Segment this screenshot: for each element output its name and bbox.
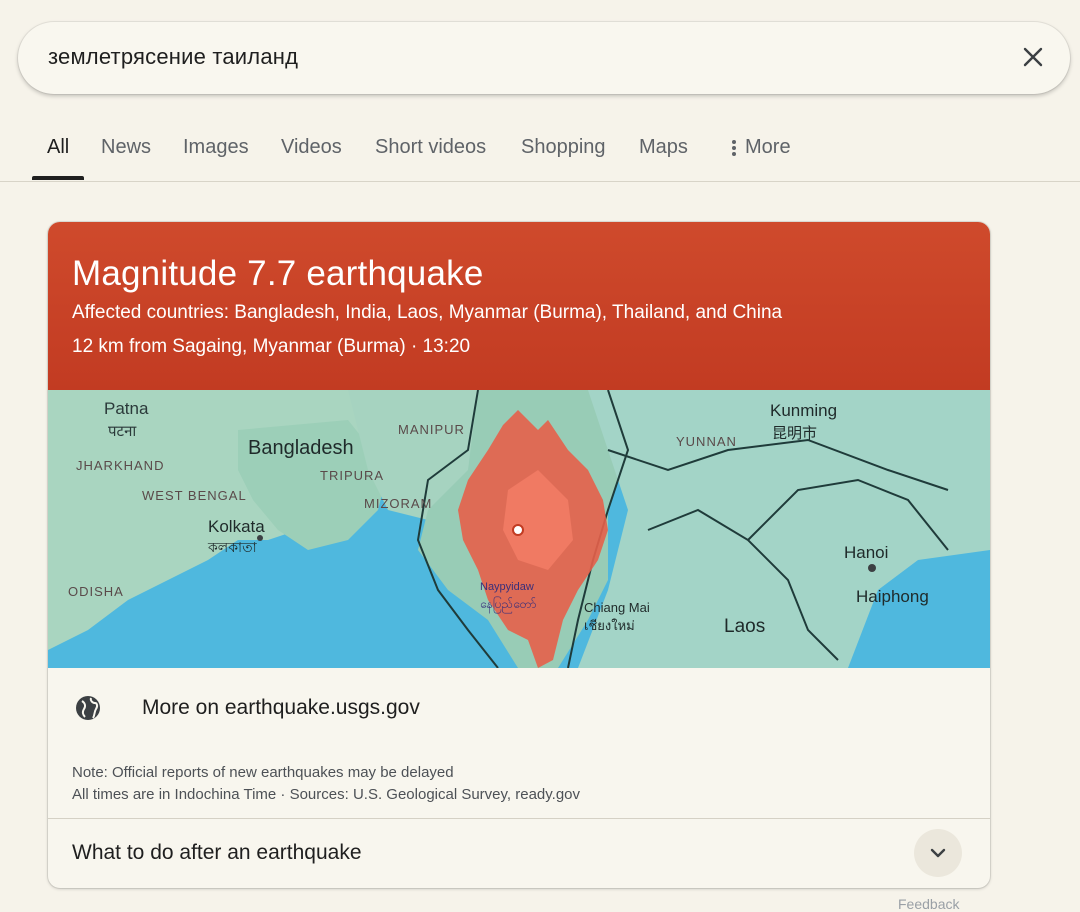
map-label-hanoi: Hanoi xyxy=(844,543,888,562)
close-icon xyxy=(1023,47,1043,67)
tab-all[interactable]: All xyxy=(47,136,69,159)
map-label-naypyidaw: Naypyidaw xyxy=(480,581,534,593)
tab-short-videos[interactable]: Short videos xyxy=(375,136,486,159)
map-label-mizoram: MIZORAM xyxy=(364,496,432,511)
tab-images[interactable]: Images xyxy=(183,136,249,159)
more-on-usgs-label: More on earthquake.usgs.gov xyxy=(142,696,420,719)
search-query[interactable]: землетрясение таиланд xyxy=(48,44,298,70)
map-label-tripura: TRIPURA xyxy=(320,468,384,483)
map-label-chiang-mai-local: เชียงใหม่ xyxy=(584,618,635,633)
vertical-dots-icon xyxy=(732,139,736,156)
epicenter-location: 12 km from Sagaing, Myanmar (Burma) · 13… xyxy=(72,336,471,357)
map-label-haiphong: Haiphong xyxy=(856,587,929,606)
map-label-kolkata-local: কলকাতা xyxy=(207,539,258,555)
map-label-patna-local: पटना xyxy=(108,423,137,440)
map-label-manipur: MANIPUR xyxy=(398,422,465,437)
map-canvas: Patna पटना JHARKHAND WEST BENGAL Banglad… xyxy=(48,390,990,668)
feedback-link[interactable]: Feedback xyxy=(898,896,959,912)
active-tab-indicator xyxy=(32,176,84,180)
chevron-down-icon xyxy=(930,848,946,858)
what-to-do-expander[interactable]: What to do after an earthquake xyxy=(48,819,990,888)
search-bar[interactable]: землетрясение таиланд xyxy=(18,22,1070,94)
map-label-laos: Laos xyxy=(724,616,765,637)
map-label-odisha: ODISHA xyxy=(68,584,124,599)
tab-videos[interactable]: Videos xyxy=(281,136,342,159)
tab-more[interactable]: More xyxy=(731,136,791,159)
map-label-west-bengal: WEST BENGAL xyxy=(142,488,247,503)
map-label-bangladesh: Bangladesh xyxy=(248,437,354,459)
clear-search-button[interactable] xyxy=(1014,38,1052,76)
map-dot-hanoi xyxy=(868,564,876,572)
search-tabs: All News Images Videos Short videos Shop… xyxy=(0,120,1080,182)
map-label-chiang-mai: Chiang Mai xyxy=(584,600,650,615)
more-on-usgs-link[interactable]: More on earthquake.usgs.gov xyxy=(48,668,990,748)
earthquake-title: Magnitude 7.7 earthquake xyxy=(72,254,484,293)
note-delay: Note: Official reports of new earthquake… xyxy=(72,764,454,781)
tab-news[interactable]: News xyxy=(101,136,151,159)
tab-maps[interactable]: Maps xyxy=(639,136,688,159)
epicenter-marker xyxy=(512,524,524,536)
source-notes: Note: Official reports of new earthquake… xyxy=(72,762,580,806)
search-results-page: землетрясение таиланд All News Images Vi… xyxy=(0,0,1080,912)
map-label-yunnan: YUNNAN xyxy=(676,434,737,449)
affected-countries: Affected countries: Bangladesh, India, L… xyxy=(72,302,783,323)
map-dot-kolkata xyxy=(257,535,263,541)
what-to-do-label: What to do after an earthquake xyxy=(72,841,362,864)
earthquake-card: Magnitude 7.7 earthquake Affected countr… xyxy=(48,222,990,888)
map-label-kunming: Kunming xyxy=(770,401,837,420)
earthquake-alert-header: Magnitude 7.7 earthquake Affected countr… xyxy=(48,222,990,390)
tab-more-label: More xyxy=(745,136,791,158)
earthquake-map[interactable]: Patna पटना JHARKHAND WEST BENGAL Banglad… xyxy=(48,390,990,668)
map-label-kolkata: Kolkata xyxy=(208,517,265,536)
tab-shopping[interactable]: Shopping xyxy=(521,136,606,159)
expand-button[interactable] xyxy=(914,829,962,877)
map-label-jharkhand: JHARKHAND xyxy=(76,458,164,473)
note-sources: All times are in Indochina Time · Source… xyxy=(72,786,581,803)
map-label-patna: Patna xyxy=(104,399,149,418)
map-label-kunming-local: 昆明市 xyxy=(772,425,817,442)
globe-icon xyxy=(76,696,100,720)
